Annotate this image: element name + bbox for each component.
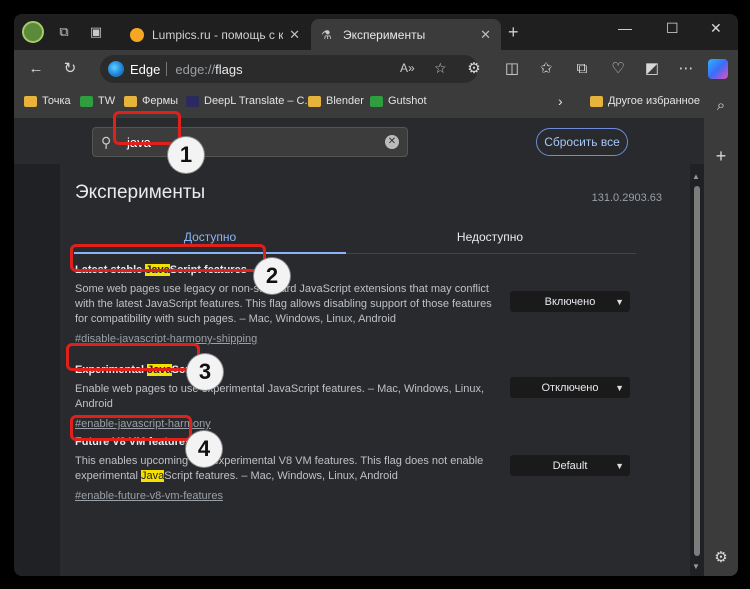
close-tab-icon[interactable]: ✕ [480,27,491,43]
annotation-badge-2: 2 [254,258,290,294]
experiment-state-select[interactable]: Отключено ▼ [510,377,630,398]
folder-icon [590,95,603,107]
bookmark-tochka[interactable]: Точка [24,95,71,107]
maximize-button[interactable]: ☐ [666,20,679,37]
chevron-down-icon: ▼ [615,460,624,471]
tab-lumpics[interactable]: Lumpics.ru - помощь с компьютером ✕ [120,19,310,50]
experiment-link[interactable]: #enable-future-v8-vm-features [75,490,505,502]
select-value: Default [552,459,588,472]
sidebar: ⌕ + ⚙ [704,88,738,576]
search-icon[interactable]: ⌕ [711,96,731,116]
scroll-down-icon[interactable]: ▼ [692,562,700,571]
copilot-icon[interactable] [708,59,728,79]
url-path: flags [215,61,243,77]
url-host: edge:// [175,61,216,77]
bookmark-blender[interactable]: Blender [308,95,364,107]
refresh-icon[interactable]: ↻ [60,59,80,79]
tab-strip: ⧉ ▣ Lumpics.ru - помощь с компьютером ✕ … [14,14,738,50]
scroll-up-icon[interactable]: ▲ [692,172,700,181]
toolbar: ← ↻ Edge edge:// flags A» ☆ ⚙ ◫ ✩ ⧉ ♡ ◩ … [14,50,738,88]
workspaces-icon[interactable]: ⧉ [54,22,74,42]
folder-icon [24,95,37,107]
select-value: Отключено [541,381,599,394]
reset-all-button[interactable]: Сбросить все [536,128,628,156]
close-window-button[interactable]: ✕ [710,20,722,37]
close-tab-icon[interactable]: ✕ [289,27,300,43]
split-screen-icon[interactable]: ◫ [502,59,522,79]
deepl-icon [186,95,199,107]
bookmark-label: Gutshot [388,95,427,107]
bookmark-label: Фермы [142,95,179,107]
annotation-badge-1: 1 [168,137,204,173]
bookmark-fermy[interactable]: Фермы [124,95,178,107]
brand-label: Edge [130,61,161,77]
scrollbar-thumb[interactable] [694,186,700,556]
experiment-description: Some web pages use legacy or non-standar… [75,283,492,325]
bookmark-deepl[interactable]: DeepL Translate – C... [186,95,314,107]
annotation-highlight-flag-2 [66,343,200,371]
screenshot-icon[interactable]: ◩ [642,59,662,79]
bookmark-label: TW [98,95,116,107]
more-icon[interactable]: ⋯ [676,59,696,79]
folder-icon [124,95,137,107]
tab-actions-icon[interactable]: ▣ [86,22,106,42]
chevron-down-icon: ▼ [615,296,624,307]
browser-essentials-icon[interactable]: ♡ [608,59,628,79]
bookmark-tw[interactable]: TW [80,95,115,107]
settings-icon[interactable]: ⚙ [711,548,731,568]
flask-icon: ⚗ [321,27,332,42]
minimize-button[interactable]: — [618,20,632,36]
address-bar[interactable]: Edge edge:// flags A» ☆ [100,55,478,83]
experiment-state-select[interactable]: Включено ▼ [510,291,630,312]
new-tab-button[interactable]: + [508,22,519,43]
annotation-badge-4: 4 [186,431,222,467]
collections-icon[interactable]: ⧉ [572,59,592,79]
clear-search-icon[interactable]: ✕ [385,135,399,149]
tab-title: Lumpics.ru - помощь с компьютером [152,27,284,42]
browser-window: ⧉ ▣ Lumpics.ru - помощь с компьютером ✕ … [14,14,738,576]
read-aloud-icon[interactable]: A» [400,61,415,75]
tab-unavailable[interactable]: Недоступно [354,222,626,254]
bookmark-gutshot[interactable]: Gutshot [370,95,427,107]
experiment-description: Enable web pages to use experimental Jav… [75,383,485,410]
experiment-item: Future V8 VM features This enables upcom… [75,436,505,502]
divider [166,62,168,76]
experiment-item: Latest stable JavaScript features Some w… [75,264,505,345]
gutshot-icon [370,95,383,107]
annotation-badge-3: 3 [187,354,223,390]
annotation-highlight-flag-1 [70,244,266,272]
favorites-icon[interactable]: ✩ [536,59,556,79]
add-icon[interactable]: + [711,146,731,166]
experiment-state-select[interactable]: Default ▼ [510,455,630,476]
bookmark-label: Blender [326,95,364,107]
more-favorites-chevron-icon[interactable]: › [558,93,563,109]
other-favorites-folder[interactable]: Другое избранное [590,95,700,107]
bookmark-label: DeepL Translate – C... [204,95,314,107]
version-label: 131.0.2903.63 [591,192,662,204]
lumpics-favicon [130,27,144,42]
bookmark-label: Другое избранное [608,95,700,107]
profile-avatar[interactable] [22,21,44,43]
bookmark-label: Точка [42,95,71,107]
tab-title: Эксперименты [343,27,426,42]
extensions-icon[interactable]: ⚙ [464,59,484,79]
annotation-highlight-search [113,111,181,145]
back-icon[interactable]: ← [26,59,46,79]
scrollbar[interactable]: ▲ ▼ [690,164,704,576]
annotation-highlight-flag-3 [70,415,192,441]
chevron-down-icon: ▼ [615,382,624,393]
favorite-star-icon[interactable]: ☆ [434,60,447,77]
page-title: Эксперименты [75,182,206,203]
folder-icon [308,95,321,107]
experiment-description: This enables upcoming and experimental V… [75,455,484,482]
edge-logo-icon [108,61,124,77]
tab-experiments[interactable]: ⚗ Эксперименты ✕ [311,19,501,50]
select-value: Включено [544,295,596,308]
tw-icon [80,95,93,107]
